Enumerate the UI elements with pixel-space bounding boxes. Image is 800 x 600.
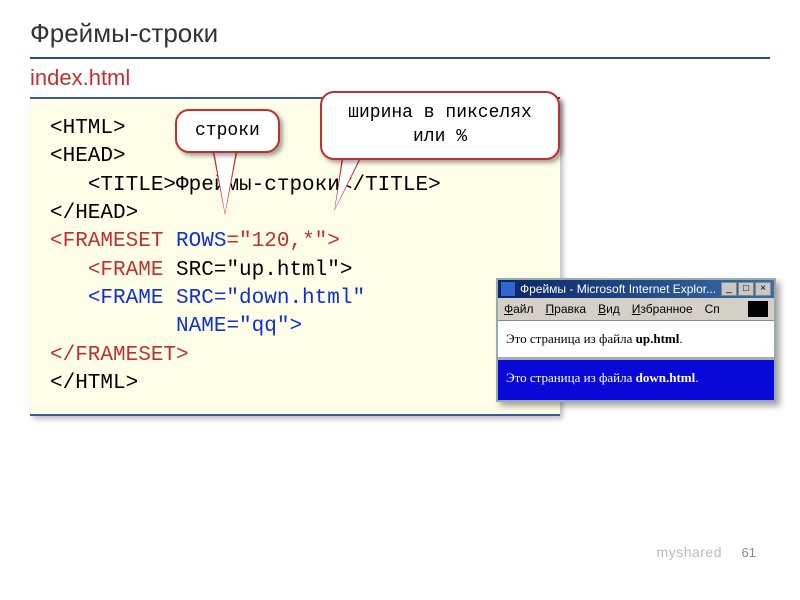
- code-keyword: ROWS: [176, 230, 226, 253]
- down-text: Это страница из файла: [506, 370, 636, 385]
- browser-menubar: Файл Правка Вид Избранное Сп: [498, 298, 774, 321]
- maximize-button[interactable]: □: [738, 282, 754, 296]
- up-filename: up.html: [636, 331, 680, 346]
- up-frame: Это страница из файла up.html.: [498, 321, 774, 360]
- down-text-end: .: [695, 370, 698, 385]
- code-text: </HEAD>: [50, 202, 138, 225]
- menu-edit[interactable]: Правка: [546, 302, 587, 316]
- code-text: <TITLE>: [88, 174, 176, 197]
- code-text: </HTML>: [50, 372, 138, 395]
- callout-width: ширина в пикселях или %: [320, 91, 560, 160]
- code-text: <FRAME SRC="down.html": [88, 287, 365, 310]
- down-frame: Это страница из файла down.html.: [498, 360, 774, 400]
- callout-rows: строки: [175, 109, 280, 153]
- window-title: Фреймы - Microsoft Internet Explor...: [520, 282, 716, 296]
- code-text: <HTML>: [50, 117, 126, 140]
- up-text-end: .: [679, 331, 682, 346]
- code-keyword: <FRAME: [88, 259, 164, 282]
- watermark: myshared: [657, 544, 722, 560]
- up-text: Это страница из файла: [506, 331, 636, 346]
- menu-favorites[interactable]: Избранное: [632, 302, 693, 316]
- page-title: Фреймы-строки: [0, 0, 800, 57]
- code-text: ="120,*">: [226, 230, 339, 253]
- code-block: <HTML> <HEAD> <TITLE>Фреймы-строки</TITL…: [30, 97, 560, 416]
- minimize-button[interactable]: _: [721, 282, 737, 296]
- menu-view[interactable]: Вид: [598, 302, 620, 316]
- code-text: SRC="up.html">: [163, 259, 352, 282]
- title-underline: [30, 57, 770, 59]
- menu-more[interactable]: Сп: [705, 302, 720, 316]
- window-buttons: _ □ ×: [721, 282, 771, 296]
- ie-icon: [501, 282, 515, 296]
- code-text: Фреймы-строки: [176, 174, 340, 197]
- code-text: [163, 230, 176, 253]
- code-keyword: </FRAMESET>: [50, 344, 189, 367]
- callout-tail: [213, 145, 237, 213]
- close-button[interactable]: ×: [755, 282, 771, 296]
- ie-logo-icon: [748, 301, 768, 317]
- down-filename: down.html: [636, 370, 696, 385]
- code-text: <HEAD>: [50, 145, 126, 168]
- code-text: NAME="qq">: [176, 315, 302, 338]
- code-keyword: <FRAMESET: [50, 230, 163, 253]
- browser-titlebar: Фреймы - Microsoft Internet Explor... _ …: [498, 280, 774, 298]
- browser-window: Фреймы - Microsoft Internet Explor... _ …: [496, 278, 776, 402]
- menu-file[interactable]: Файл: [504, 302, 534, 316]
- page-number: 61: [742, 545, 756, 560]
